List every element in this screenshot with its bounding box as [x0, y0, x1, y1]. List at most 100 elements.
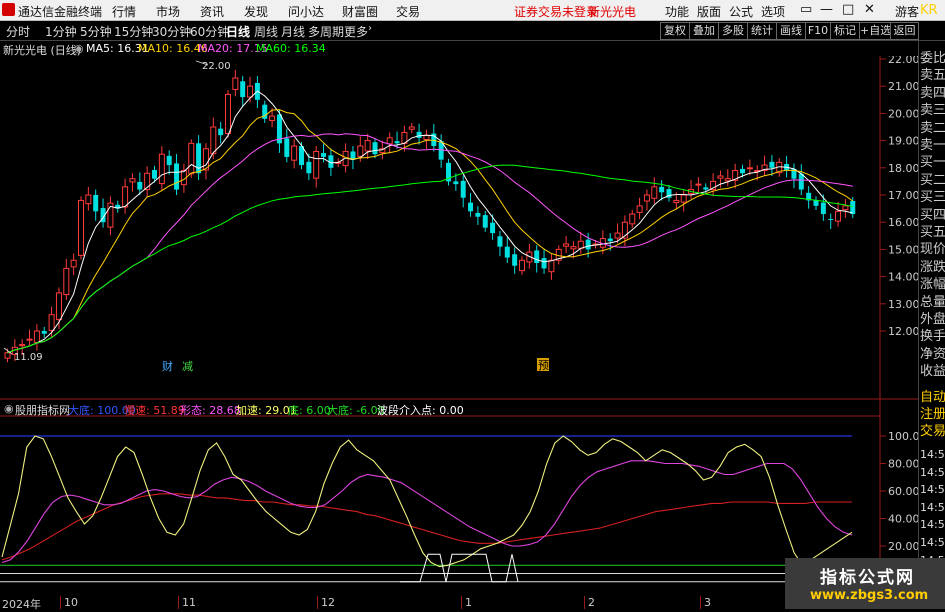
f10-button[interactable]: F10 [805, 22, 831, 40]
trade-time-2[interactable]: 14:5 [920, 483, 945, 496]
back-button[interactable]: 返回 [890, 22, 919, 40]
candle-body [695, 183, 702, 186]
panel-corner-label[interactable]: KR [920, 3, 938, 18]
menu-gongneng[interactable]: 功能 [665, 3, 689, 20]
tab-fenshi[interactable]: 分时 [6, 23, 30, 40]
quote-item-13[interactable]: 涨幅 [920, 273, 945, 292]
tab-60min[interactable]: 60分钟 [190, 23, 229, 40]
x-label-10: 10 [64, 596, 78, 609]
duogu-button[interactable]: 多股 [718, 22, 748, 40]
trade-time-3[interactable]: 14:5 [920, 501, 945, 514]
diejia-button[interactable]: 叠加 [689, 22, 719, 40]
restore-window-icon[interactable]: ▭ [800, 2, 812, 17]
candle-body [166, 155, 172, 166]
candle-body [468, 202, 474, 212]
candle-body [19, 344, 26, 347]
candle-body [659, 186, 665, 193]
indicator-legend: ◉ 股朋指标网 大底: 100.00 慢速: 51.89 形态: 28.68 加… [0, 401, 880, 417]
quote-item-14[interactable]: 总量 [920, 291, 945, 310]
more-chevron-icon[interactable]: › [368, 23, 372, 34]
quote-item-16[interactable]: 换手 [920, 325, 945, 344]
quote-item-17[interactable]: 净资 [920, 343, 945, 362]
candle-body [394, 141, 400, 144]
tab-more[interactable]: 更多 [344, 23, 368, 40]
watermark-url: www.zbgs3.com [810, 588, 929, 603]
menu-gongshi[interactable]: 公式 [729, 3, 753, 20]
candle-body [835, 210, 842, 222]
indicator-bottom: 底: 6.00 [288, 404, 331, 417]
fuquan-button[interactable]: 复权 [660, 22, 690, 40]
quote-item-10[interactable]: 买五 [920, 221, 945, 240]
quote-item-9[interactable]: 买四 [920, 204, 945, 223]
quote-item-8[interactable]: 买三 [920, 186, 945, 205]
menu-banmian[interactable]: 版面 [697, 3, 721, 20]
candle-body [408, 126, 415, 130]
tab-30min[interactable]: 30分钟 [152, 23, 191, 40]
watermark-title: 指标公式网 [820, 568, 915, 588]
quote-item-4[interactable]: 卖二 [920, 117, 945, 136]
tab-daily[interactable]: 日线 [226, 23, 250, 40]
indicator-settings-icon[interactable]: ◉ [4, 402, 14, 415]
quote-item-1[interactable]: 卖五 [920, 64, 945, 83]
marker-cai[interactable]: 财 [162, 359, 173, 373]
trade-time-1[interactable]: 14:5 [920, 466, 945, 479]
tongji-button[interactable]: 统计 [747, 22, 777, 40]
kline-chart[interactable]: 22.00 21.00 20.00 19.00 18.00 17.00 16.00 15.00… [0, 56, 918, 609]
marker-yu[interactable]: 预 [538, 359, 549, 372]
maximize-icon[interactable]: □ [842, 2, 854, 17]
menu-faxian[interactable]: 发现 [244, 3, 268, 20]
candle-body [629, 213, 636, 225]
add-watchlist-button[interactable]: +自选 [859, 22, 891, 40]
menu-hangqing[interactable]: 行情 [112, 3, 136, 20]
login-notice[interactable]: 证券交易未登录 [514, 3, 598, 20]
menu-wenxiaoda[interactable]: 问小达 [288, 3, 324, 20]
quote-item-11[interactable]: 现价 [920, 238, 945, 257]
menu-xuanxiang[interactable]: 选项 [761, 3, 785, 20]
candle-body [482, 215, 488, 228]
x-label-2024: 2024年 [2, 598, 41, 611]
menu-jiaoyi[interactable]: 交易 [396, 3, 420, 20]
tab-5min[interactable]: 5分钟 [80, 23, 112, 40]
candle-body [26, 338, 33, 341]
x-tick [461, 596, 462, 609]
user-label[interactable]: 游客 [895, 3, 919, 20]
quote-item-18[interactable]: 收益 [920, 360, 945, 379]
tab-15min[interactable]: 15分钟 [114, 23, 153, 40]
quote-item-7[interactable]: 买二 [920, 169, 945, 188]
tab-multi-period[interactable]: 多周期 [308, 23, 344, 40]
low-price-label: 11.09 [14, 352, 43, 363]
candle-body [137, 181, 143, 190]
candle-body [210, 126, 217, 155]
tab-1min[interactable]: 1分钟 [45, 23, 77, 40]
quote-item-6[interactable]: 买一 [920, 151, 945, 170]
quote-item-0[interactable]: 委比 [920, 47, 945, 66]
x-label-12: 12 [321, 596, 335, 609]
trade-time-5[interactable]: 14:5 [920, 536, 945, 549]
quote-item-15[interactable]: 外盘 [920, 308, 945, 327]
tab-weekly[interactable]: 周线 [254, 23, 278, 40]
candle-body [85, 194, 92, 205]
candle-body [284, 138, 290, 157]
tab-monthly[interactable]: 月线 [281, 23, 305, 40]
panel-tab-2[interactable]: 交易 [920, 420, 945, 439]
close-icon[interactable]: ✕ [864, 2, 875, 17]
ma-settings-icon[interactable]: ◉ [74, 42, 84, 55]
marker-jian[interactable]: 减 [182, 360, 193, 373]
top-menu-bar: 通达信金融终端 行情 市场 资讯 发现 问小达 财富圈 交易 证券交易未登录 新… [0, 0, 945, 21]
menu-caifuquan[interactable]: 财富圈 [342, 3, 378, 20]
menu-shichang[interactable]: 市场 [156, 3, 180, 20]
biaoji-button[interactable]: 标记 [830, 22, 860, 40]
huaxian-button[interactable]: 画线 [776, 22, 806, 40]
quote-item-12[interactable]: 涨跌 [920, 256, 945, 275]
form-line [1, 460, 853, 564]
quote-item-2[interactable]: 卖四 [920, 82, 945, 101]
minimize-icon[interactable]: — [820, 2, 833, 17]
quote-item-3[interactable]: 卖三 [920, 99, 945, 118]
price-tick-label: 19.00 [888, 135, 918, 148]
price-tick-label: 12.00 [888, 325, 918, 338]
quote-item-5[interactable]: 卖一 [920, 134, 945, 153]
trade-time-4[interactable]: 14:5 [920, 518, 945, 531]
ma10-line [7, 109, 854, 354]
menu-zixun[interactable]: 资讯 [200, 3, 224, 20]
trade-time-0[interactable]: 14:5 [920, 448, 945, 461]
